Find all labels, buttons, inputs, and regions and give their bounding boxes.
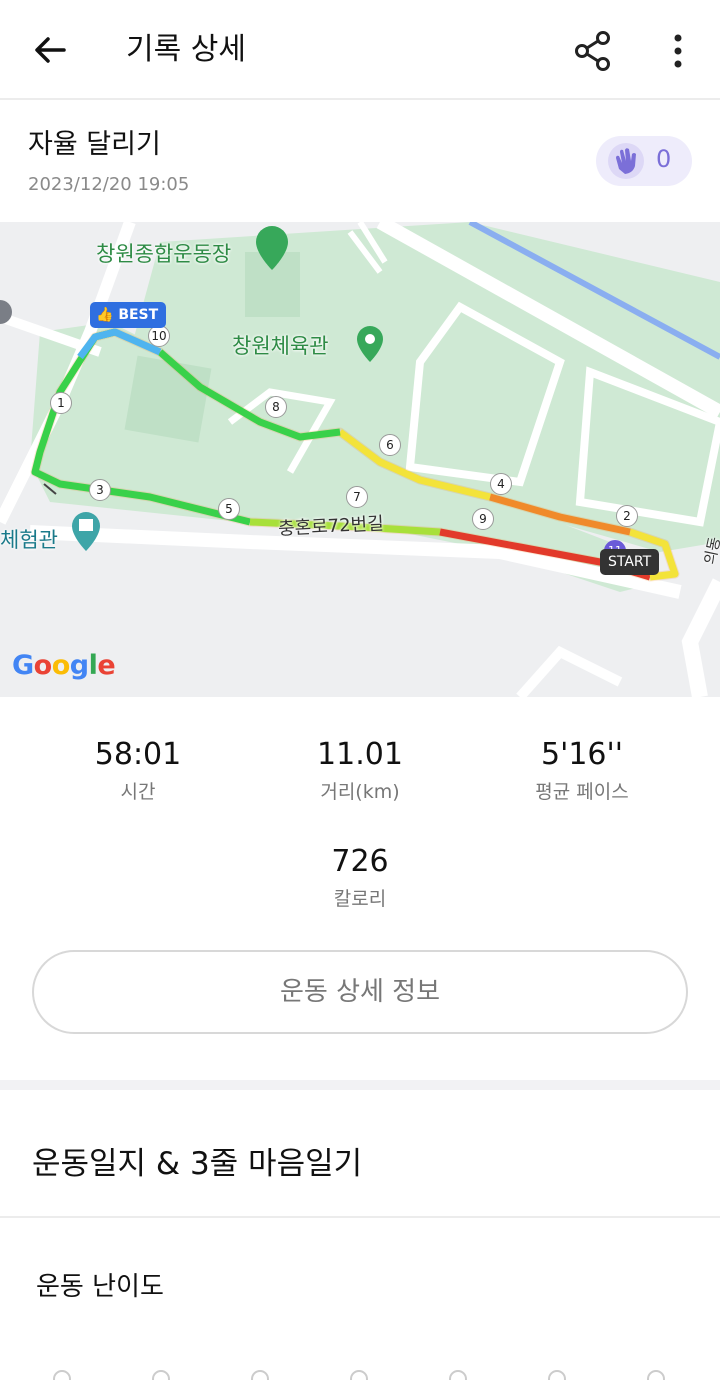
- stat-time-value: 58:01: [94, 737, 182, 772]
- record-name: 자율 달리기: [28, 129, 161, 160]
- route-map[interactable]: 창원종합운동장 창원체육관 체험관 충혼로72번길 의동 1 2 3 4 5 6…: [0, 222, 720, 697]
- stat-time: 58:01 시간: [18, 735, 258, 804]
- map-label-road: 충혼로72번길: [277, 513, 385, 540]
- stat-calories-label: 칼로리: [333, 888, 387, 910]
- record-header: 자율 달리기 2023/12/20 19:05 0: [0, 100, 720, 222]
- page-title: 기록 상세: [126, 32, 246, 67]
- map-label-hall: 체험관: [0, 528, 58, 552]
- more-options-icon[interactable]: [660, 28, 696, 74]
- clap-button[interactable]: 0: [596, 136, 692, 186]
- km-marker-5: 5: [218, 498, 240, 520]
- share-icon[interactable]: [570, 28, 616, 74]
- stat-distance: 11.01 거리(km): [240, 735, 480, 804]
- app-bar: 기록 상세: [0, 0, 720, 100]
- exercise-detail-button[interactable]: 운동 상세 정보: [32, 950, 688, 1034]
- km-marker-6: 6: [379, 434, 401, 456]
- km-marker-4: 4: [490, 473, 512, 495]
- google-logo: Google: [12, 650, 116, 681]
- stats-section: 58:01 시간 11.01 거리(km) 5'16'' 평균 페이스 726 …: [0, 697, 720, 1077]
- start-marker: START: [600, 549, 660, 575]
- clap-count: 0: [656, 145, 672, 173]
- clap-icon: [608, 143, 644, 179]
- journal-divider: [0, 1216, 720, 1218]
- stat-pace-value: 5'16'': [540, 737, 623, 772]
- map-canvas: [0, 222, 720, 697]
- record-date: 2023/12/20 19:05: [28, 174, 190, 195]
- stat-pace: 5'16'' 평균 페이스: [462, 735, 702, 804]
- km-marker-10: 10: [148, 325, 170, 347]
- stat-calories-value: 726: [331, 844, 389, 879]
- thumbs-up-icon: 👍: [96, 307, 114, 323]
- journal-title: 운동일지 & 3줄 마음일기: [32, 1146, 363, 1182]
- stat-time-label: 시간: [120, 781, 156, 803]
- km-marker-1: 1: [50, 392, 72, 414]
- km-marker-2: 2: [616, 505, 638, 527]
- km-marker-7: 7: [346, 486, 368, 508]
- map-label-gym: 창원체육관: [232, 334, 329, 358]
- back-arrow-icon[interactable]: [28, 28, 72, 72]
- stat-pace-label: 평균 페이스: [535, 781, 629, 803]
- stat-calories: 726 칼로리: [240, 842, 480, 911]
- km-marker-3: 3: [89, 479, 111, 501]
- difficulty-label: 운동 난이도: [36, 1272, 164, 1302]
- best-marker: 👍 BEST: [90, 302, 167, 328]
- difficulty-scale[interactable]: [0, 1368, 720, 1380]
- stat-distance-label: 거리(km): [320, 781, 400, 803]
- map-label-stadium: 창원종합운동장: [96, 242, 232, 266]
- section-divider: [0, 1080, 720, 1090]
- best-label: BEST: [118, 307, 159, 323]
- km-marker-9: 9: [472, 508, 494, 530]
- km-marker-8: 8: [265, 396, 287, 418]
- stat-distance-value: 11.01: [317, 737, 403, 772]
